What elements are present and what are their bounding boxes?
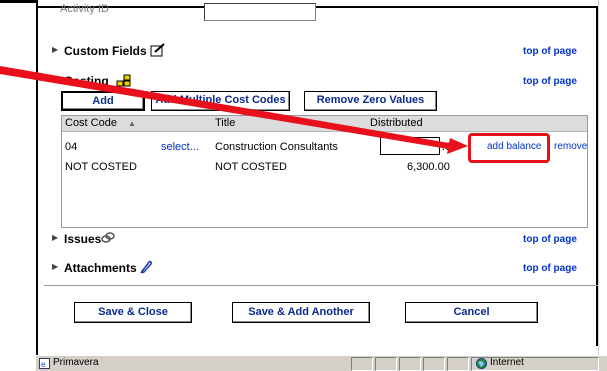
issues-link-icon	[100, 231, 116, 245]
globe-icon	[476, 358, 487, 369]
status-bar: e Primavera Internet	[36, 355, 607, 371]
footer-divider	[44, 285, 600, 286]
cancel-button[interactable]: Cancel	[405, 302, 538, 323]
status-pane	[423, 357, 445, 371]
attachments-top-link[interactable]: top of page	[523, 263, 577, 274]
expand-triangle-icon[interactable]: ▶	[52, 262, 58, 271]
status-pane	[375, 357, 397, 371]
issues-top-link[interactable]: top of page	[523, 234, 577, 245]
ie-page-icon: e	[39, 358, 50, 369]
issues-section: ▶ Issues top of page	[0, 231, 607, 249]
status-text: Primavera	[53, 357, 99, 368]
issues-title[interactable]: Issues	[64, 232, 101, 246]
status-pane	[447, 357, 469, 371]
svg-text:e: e	[41, 360, 46, 369]
expand-triangle-icon[interactable]: ▶	[52, 233, 58, 242]
save-close-button[interactable]: Save & Close	[74, 302, 192, 323]
vertical-scrollbar[interactable]	[598, 0, 607, 355]
status-pane	[351, 357, 373, 371]
status-pane	[399, 357, 421, 371]
zone-text: Internet	[490, 357, 524, 368]
attachments-title[interactable]: Attachments	[64, 261, 137, 275]
arrow-shape	[0, 66, 468, 154]
save-add-another-button[interactable]: Save & Add Another	[232, 302, 370, 323]
paperclip-icon	[137, 260, 153, 274]
attachments-section: ▶ Attachments top of page	[0, 260, 607, 278]
